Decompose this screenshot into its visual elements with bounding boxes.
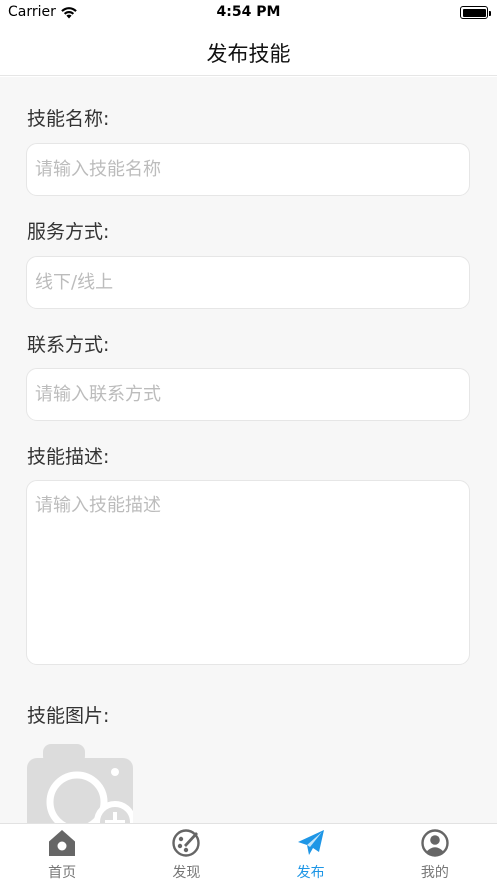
tab-publish[interactable]: 发布: [249, 824, 373, 883]
description-textarea[interactable]: [26, 480, 470, 665]
image-upload-button[interactable]: [27, 742, 133, 823]
paper-plane-icon: [297, 830, 324, 855]
images-label: 技能图片:: [27, 705, 110, 727]
status-bar: Carrier 4:54 PM: [0, 0, 497, 26]
user-icon: [421, 829, 449, 857]
palette-icon: [172, 829, 201, 857]
skill-name-label: 技能名称:: [27, 108, 110, 130]
nav-bar: 发布技能: [0, 26, 497, 76]
tab-discover-label: 发现: [172, 865, 201, 881]
contact-label: 联系方式:: [27, 334, 110, 356]
form-content[interactable]: 技能名称: 服务方式: 联系方式: 技能描述: 技能图片:: [0, 77, 497, 823]
screen: Carrier 4:54 PM 发布技能 技能名称: 服务方式: 联系方式: 技…: [0, 0, 497, 883]
tab-mine[interactable]: 我的: [373, 824, 497, 883]
tab-home-label: 首页: [48, 865, 77, 881]
status-time: 4:54 PM: [216, 4, 281, 20]
description-label: 技能描述:: [27, 446, 110, 468]
tab-discover[interactable]: 发现: [124, 824, 248, 883]
service-mode-label: 服务方式:: [27, 221, 110, 243]
tab-home[interactable]: 首页: [0, 824, 124, 883]
tab-publish-label: 发布: [296, 865, 325, 881]
service-mode-input[interactable]: [26, 256, 470, 309]
tab-bar: 首页 发现 发布 我的: [0, 823, 497, 883]
home-icon: [49, 830, 76, 856]
tab-mine-label: 我的: [420, 865, 449, 881]
battery-icon: [460, 6, 491, 19]
page-title: 发布技能: [206, 42, 291, 66]
contact-input[interactable]: [26, 368, 470, 421]
skill-name-input[interactable]: [26, 143, 470, 196]
camera-add-icon: [27, 744, 133, 823]
